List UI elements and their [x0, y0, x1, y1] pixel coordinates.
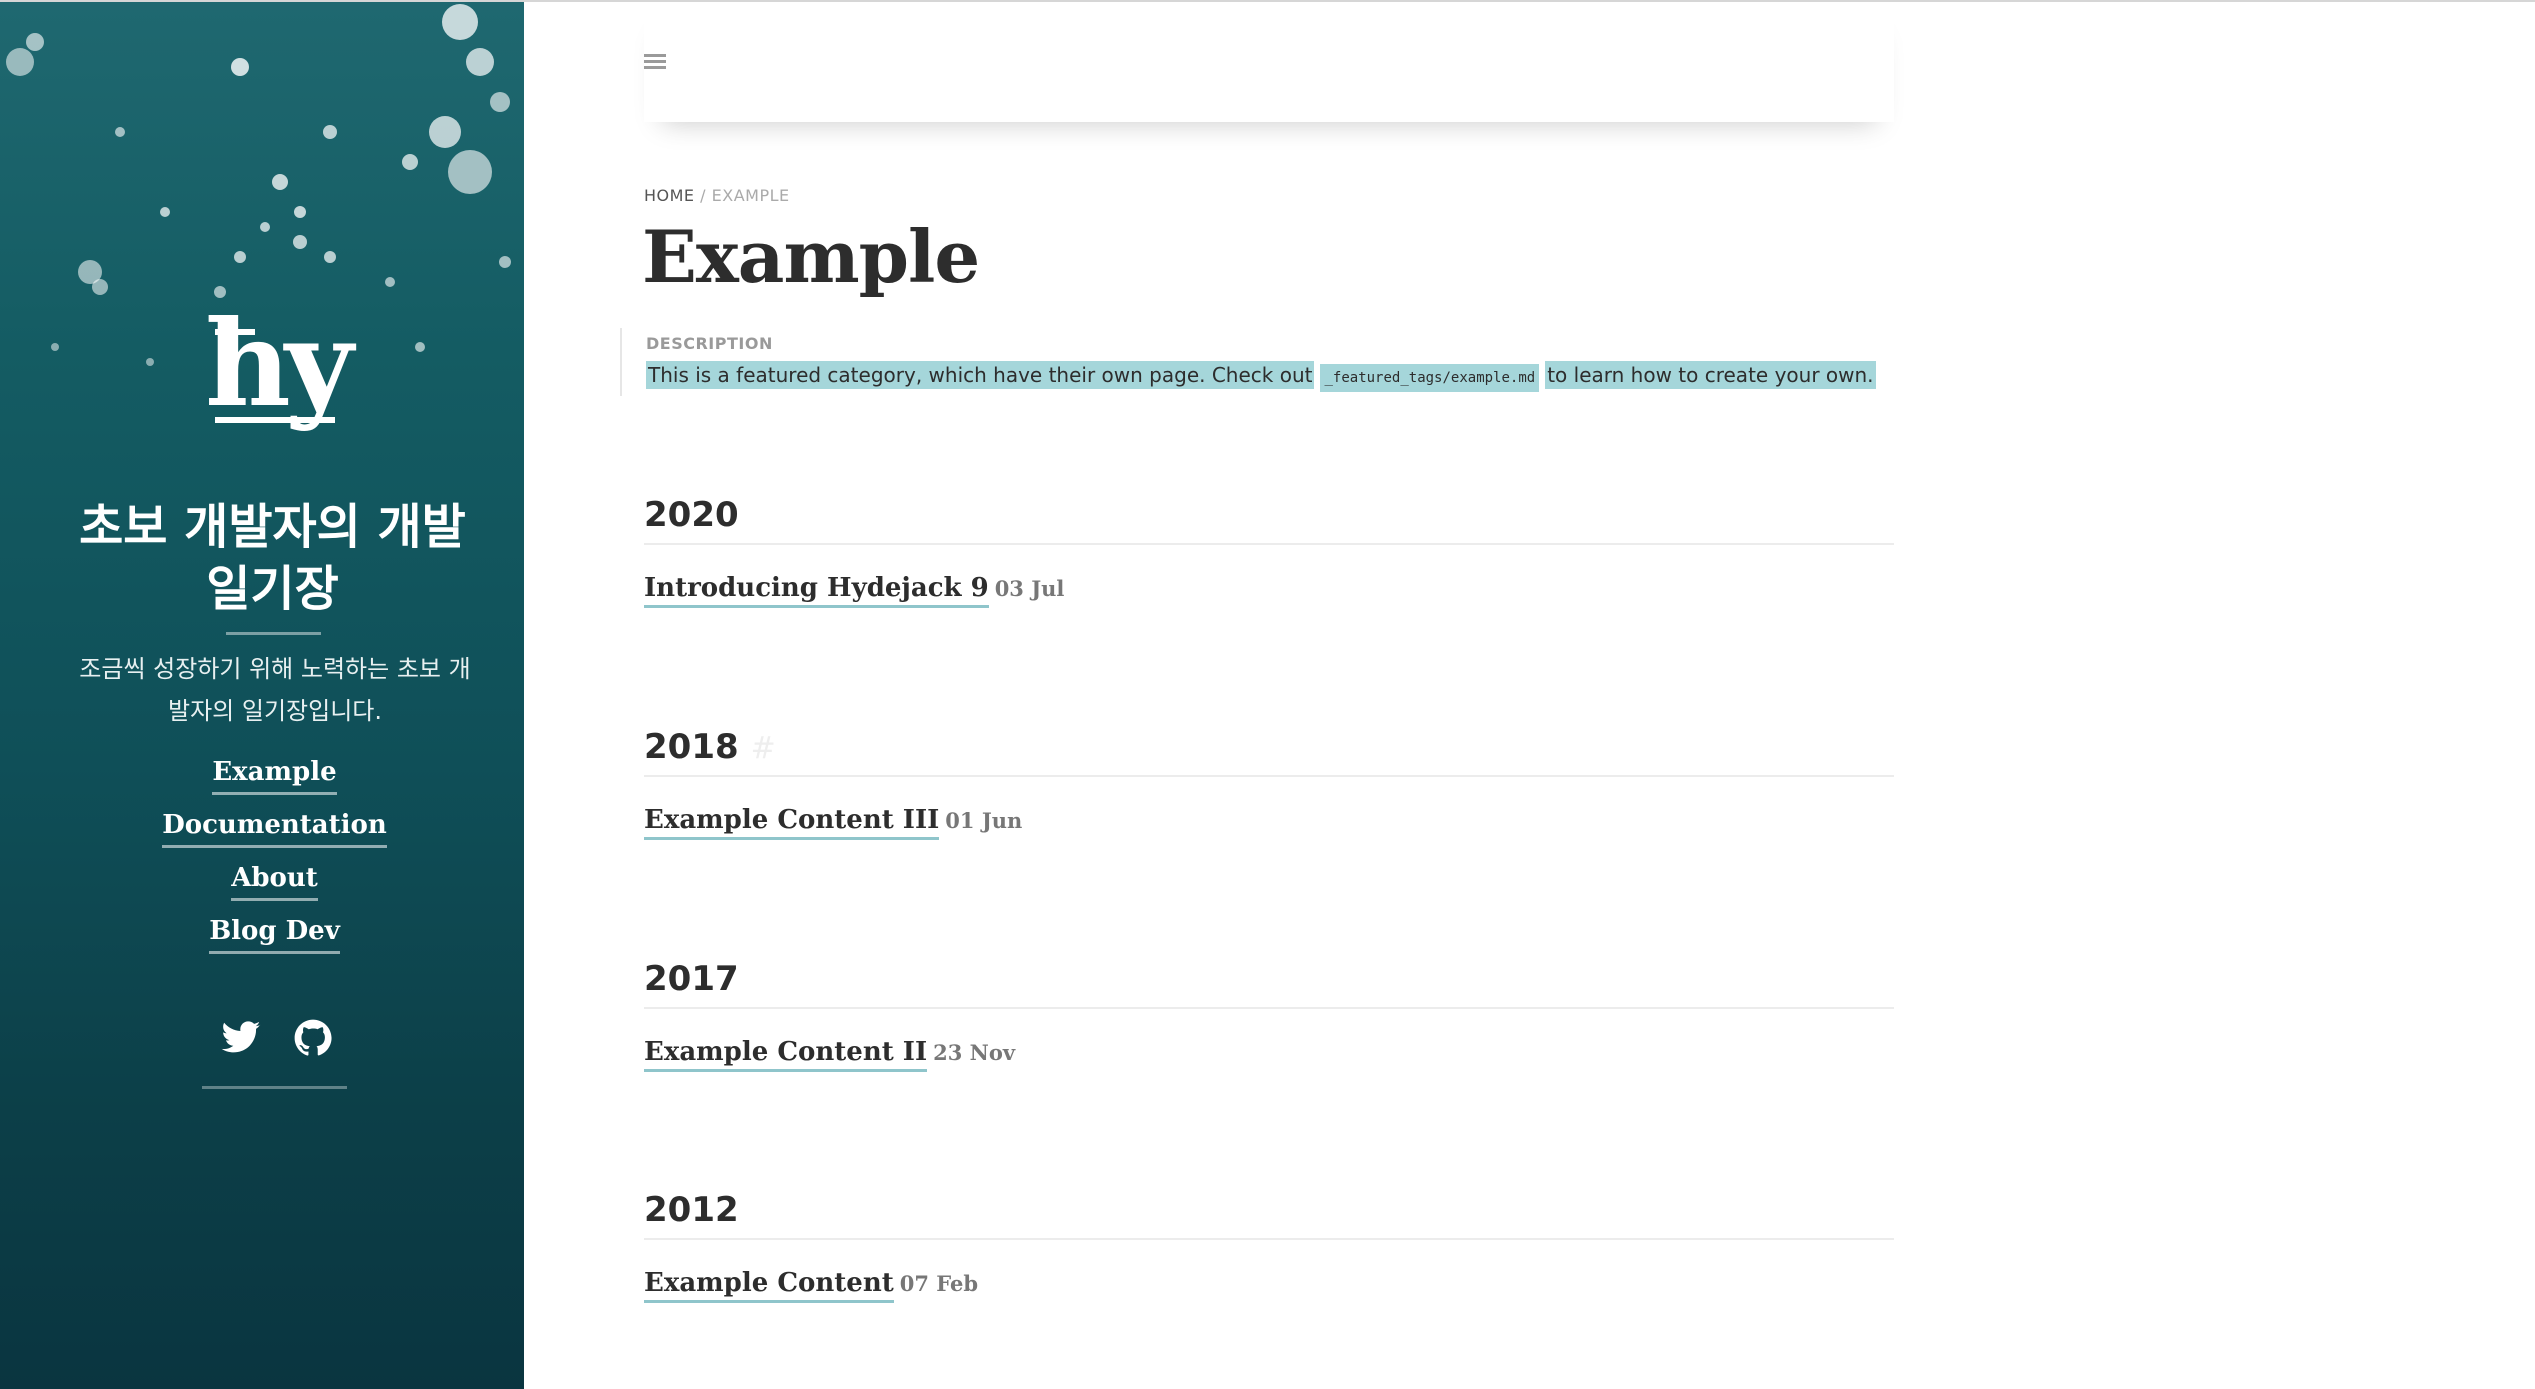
description-label: DESCRIPTION — [646, 334, 773, 353]
year-section-2020: 2020 Introducing Hydejack 9 03 Jul — [644, 485, 1894, 608]
year-heading: 2017 — [644, 949, 1894, 1009]
post-date: 07 Feb — [899, 1271, 979, 1296]
breadcrumb-separator: / — [700, 186, 707, 205]
sidebar-item-documentation[interactable]: Documentation — [62, 807, 487, 860]
post-link[interactable]: Example Content II — [644, 1037, 928, 1072]
top-navbar — [644, 2, 1894, 122]
list-item: Introducing Hydejack 9 03 Jul — [644, 573, 1894, 608]
year-label: 2012 — [644, 1190, 739, 1230]
year-section-2018: 2018 # Example Content III 01 Jun — [644, 717, 1894, 840]
breadcrumb-current: EXAMPLE — [711, 186, 790, 205]
breadcrumb: HOME / EXAMPLE — [644, 186, 790, 205]
site-description: 조금씩 성장하기 위해 노력하는 초보 개발자의 일기장입니다. — [79, 655, 471, 725]
sidebar-item-about[interactable]: About — [62, 860, 487, 913]
year-heading: 2018 # — [644, 717, 1894, 777]
sidebar-item-label[interactable]: About — [231, 860, 318, 901]
social-links — [210, 1017, 340, 1067]
year-section-2012: 2012 Example Content 07 Feb — [644, 1180, 1894, 1303]
year-label: 2017 — [644, 959, 739, 999]
list-item: Example Content 07 Feb — [644, 1268, 1894, 1303]
description-code: _featured_tags/example.md — [1320, 364, 1540, 392]
description-block: DESCRIPTION This is a featured category,… — [620, 328, 1876, 396]
year-label: 2020 — [644, 495, 739, 535]
sidebar-item-label[interactable]: Blog Dev — [209, 913, 340, 954]
site-title[interactable]: 초보 개발자의 개발 일기장 — [60, 496, 485, 620]
sidebar: hy 초보 개발자의 개발 일기장 조금씩 성장하기 위해 노력하는 초보 개발… — [0, 2, 524, 1389]
description-text-before: This is a featured category, which have … — [646, 361, 1315, 389]
title-divider — [226, 632, 321, 635]
main-content: HOME / EXAMPLE Example DESCRIPTION This … — [524, 2, 2535, 1389]
description-text-after: to learn how to create your own. — [1545, 361, 1876, 389]
list-item: Example Content III 01 Jun — [644, 805, 1894, 840]
breadcrumb-home[interactable]: HOME — [644, 186, 695, 205]
page-title: Example — [642, 214, 980, 299]
sidebar-item-label[interactable]: Documentation — [162, 807, 387, 848]
list-item: Example Content II 23 Nov — [644, 1037, 1894, 1072]
post-date: 23 Nov — [933, 1040, 1016, 1065]
menu-icon[interactable] — [644, 54, 666, 72]
social-divider — [202, 1086, 347, 1089]
post-link[interactable]: Introducing Hydejack 9 — [644, 573, 989, 608]
year-section-2017: 2017 Example Content II 23 Nov — [644, 949, 1894, 1072]
github-icon[interactable] — [292, 1017, 334, 1059]
post-link[interactable]: Example Content III — [644, 805, 940, 840]
year-label: 2018 — [644, 727, 739, 767]
sidebar-item-blog-dev[interactable]: Blog Dev — [62, 913, 487, 966]
post-date: 03 Jul — [994, 576, 1065, 601]
logo-line-bottom — [215, 417, 335, 423]
sidebar-nav: Example Documentation About Blog Dev — [62, 754, 487, 966]
sidebar-item-label[interactable]: Example — [212, 754, 337, 795]
twitter-icon[interactable] — [220, 1017, 262, 1059]
year-heading: 2020 — [644, 485, 1894, 545]
post-date: 01 Jun — [945, 808, 1023, 833]
post-link[interactable]: Example Content — [644, 1268, 894, 1303]
sidebar-item-example[interactable]: Example — [62, 754, 487, 807]
site-logo[interactable]: hy — [205, 305, 353, 434]
year-heading: 2012 — [644, 1180, 1894, 1240]
description-text: This is a featured category, which have … — [646, 358, 1876, 392]
heading-anchor-link[interactable]: # — [751, 731, 776, 766]
